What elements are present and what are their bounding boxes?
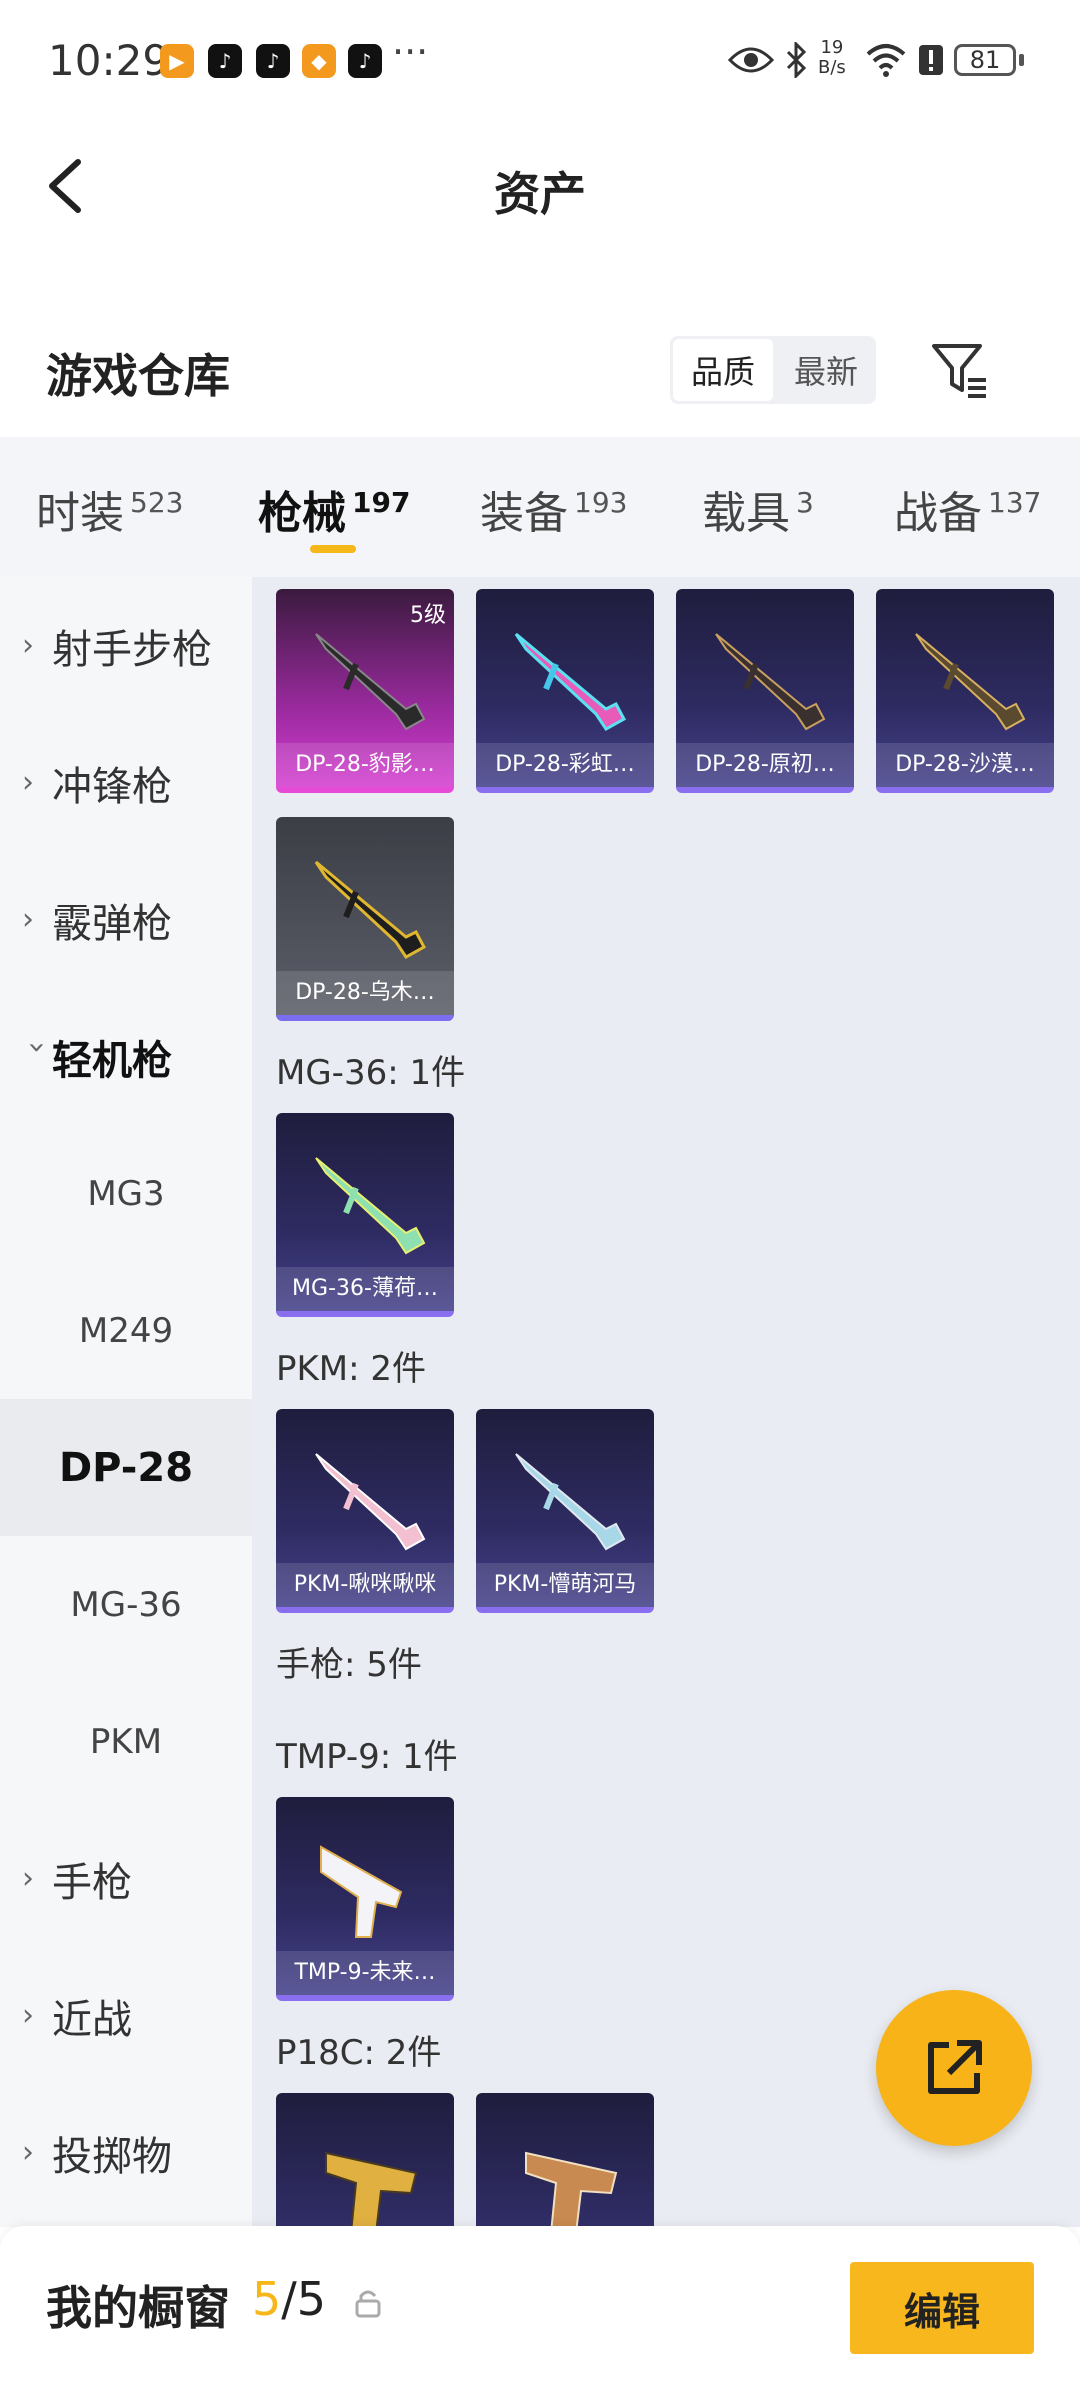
rifle-image bbox=[514, 632, 627, 731]
page-title: 资产 bbox=[494, 167, 586, 221]
showcase-counter: 5/5 bbox=[252, 2272, 327, 2326]
pistol-image bbox=[325, 2151, 418, 2227]
weapon-card[interactable]: PKM-懵萌河马 bbox=[476, 1409, 654, 1613]
sidebar-subitem-mg3[interactable]: MG3 bbox=[0, 1125, 252, 1262]
weapon-card[interactable]: DP-28-原初… bbox=[676, 589, 854, 793]
external-link-icon bbox=[928, 2040, 982, 2094]
weapon-card[interactable] bbox=[276, 2093, 454, 2227]
showcase-title: 我的橱窗 bbox=[46, 2281, 230, 2335]
sidebar-item-pistol[interactable]: › 手枪 bbox=[0, 1810, 252, 1947]
rifle-image bbox=[315, 1157, 426, 1255]
weapon-grid: 5级 DP-28-豹影… DP-28-彩虹… DP-28-原初… DP-28-沙… bbox=[252, 577, 1080, 2227]
tiktok-icon: ♪ bbox=[256, 44, 290, 78]
weapon-name: PKM-啾咪啾咪 bbox=[276, 1563, 454, 1607]
tiktok-icon: ♪ bbox=[348, 44, 382, 78]
weapon-card[interactable]: 5级 DP-28-豹影… bbox=[276, 589, 454, 793]
sidebar-subitem-m249[interactable]: M249 bbox=[0, 1262, 252, 1399]
sort-option-newest[interactable]: 最新 bbox=[776, 336, 876, 404]
tab-vehicles[interactable]: 载具 3 bbox=[702, 477, 814, 541]
tiktok-icon: ♪ bbox=[208, 44, 242, 78]
alert-icon bbox=[919, 45, 943, 75]
sidebar-item-lmg[interactable]: › 轻机枪 bbox=[0, 988, 252, 1125]
sidebar-item-shotgun[interactable]: › 霰弹枪 bbox=[0, 851, 252, 988]
chevron-right-icon: › bbox=[22, 2135, 34, 2170]
category-tabs: 时装 523 枪械 197 装备 193 载具 3 战备 137 bbox=[0, 437, 1080, 577]
battery-indicator: 81 bbox=[954, 44, 1016, 76]
battery-tip bbox=[1019, 54, 1024, 66]
weapon-card[interactable]: DP-28-乌木… bbox=[276, 817, 454, 1021]
pistol-image bbox=[525, 2151, 618, 2227]
wifi-icon bbox=[866, 44, 906, 77]
tab-supplies[interactable]: 战备 137 bbox=[894, 477, 1041, 541]
status-time: 10:29 bbox=[48, 36, 170, 85]
weapon-category-sidebar: › 射手步枪 › 冲锋枪 › 霰弹枪 › 轻机枪 MG3 M249 DP-28 MG-3… bbox=[0, 577, 252, 2227]
status-bar: 10:29 ▶ ♪ ♪ ◆ ♪ ··· 19 B/s 81 bbox=[0, 0, 1080, 120]
group-label-mg36: MG-36: 1件 bbox=[276, 1053, 466, 1093]
tab-fashion[interactable]: 时装 523 bbox=[36, 477, 183, 541]
game-app-icon: ◆ bbox=[302, 44, 336, 78]
lock-icon bbox=[355, 2290, 381, 2318]
group-label-tmp9: TMP-9: 1件 bbox=[276, 1737, 458, 1777]
weapon-card[interactable]: TMP-9-未来… bbox=[276, 1797, 454, 2001]
rifle-image bbox=[314, 860, 427, 959]
sidebar-item-marksman-rifle[interactable]: › 射手步枪 bbox=[0, 577, 252, 714]
rifle-image bbox=[515, 1453, 626, 1551]
weapon-name: DP-28-原初… bbox=[676, 743, 854, 787]
group-label-p18c: P18C: 2件 bbox=[276, 2033, 442, 2073]
weapon-card[interactable] bbox=[476, 2093, 654, 2227]
chevron-down-icon: › bbox=[19, 1041, 55, 1054]
chevron-right-icon: › bbox=[22, 1998, 34, 2033]
rifle-image bbox=[915, 633, 1026, 731]
rifle-image bbox=[715, 633, 826, 731]
sidebar-item-throwable[interactable]: › 投掷物 bbox=[0, 2084, 252, 2221]
group-label-pkm: PKM: 2件 bbox=[276, 1349, 427, 1389]
weapon-card[interactable]: PKM-啾咪啾咪 bbox=[276, 1409, 454, 1613]
chevron-right-icon: › bbox=[22, 1861, 34, 1896]
sidebar-item-melee[interactable]: › 近战 bbox=[0, 1947, 252, 2084]
weapon-card[interactable]: MG-36-薄荷… bbox=[276, 1113, 454, 1317]
smg-image bbox=[320, 1845, 403, 1938]
rifle-image bbox=[315, 1453, 426, 1551]
weapon-name: DP-28-豹影… bbox=[276, 743, 454, 787]
bluetooth-icon bbox=[786, 42, 807, 78]
weapon-card[interactable]: DP-28-沙漠… bbox=[876, 589, 1054, 793]
group-label-pistol: 手枪: 5件 bbox=[276, 1645, 422, 1685]
weapon-name: TMP-9-未来… bbox=[276, 1951, 454, 1995]
filter-button[interactable] bbox=[928, 338, 990, 400]
weapon-name: DP-28-彩虹… bbox=[476, 743, 654, 787]
weapon-name: PKM-懵萌河马 bbox=[476, 1563, 654, 1607]
tab-equipment[interactable]: 装备 193 bbox=[480, 477, 627, 541]
chevron-right-icon: › bbox=[22, 628, 34, 663]
sidebar-subitem-pkm[interactable]: PKM bbox=[0, 1673, 252, 1810]
video-app-icon: ▶ bbox=[160, 44, 194, 78]
tab-guns[interactable]: 枪械 197 bbox=[258, 477, 410, 541]
showcase-bar: 我的橱窗 5/5 编辑 bbox=[0, 2226, 1080, 2382]
chevron-right-icon: › bbox=[22, 765, 34, 800]
sidebar-item-smg[interactable]: › 冲锋枪 bbox=[0, 714, 252, 851]
weapon-name: DP-28-乌木… bbox=[276, 971, 454, 1015]
rifle-image bbox=[315, 633, 426, 731]
chevron-right-icon: › bbox=[22, 902, 34, 937]
active-tab-indicator bbox=[310, 545, 356, 553]
share-button[interactable] bbox=[876, 1990, 1032, 2146]
weapon-name: DP-28-沙漠… bbox=[876, 743, 1054, 787]
edit-button[interactable]: 编辑 bbox=[850, 2262, 1034, 2354]
sort-toggle: 品质 最新 bbox=[670, 336, 876, 404]
sidebar-subitem-dp28[interactable]: DP-28 bbox=[0, 1399, 252, 1536]
network-speed: 19 B/s bbox=[818, 37, 846, 78]
eye-icon bbox=[728, 47, 774, 73]
sidebar-subitem-mg36[interactable]: MG-36 bbox=[0, 1536, 252, 1673]
weapon-name: MG-36-薄荷… bbox=[276, 1267, 454, 1311]
weapon-card[interactable]: DP-28-彩虹… bbox=[476, 589, 654, 793]
sort-option-quality[interactable]: 品质 bbox=[673, 339, 773, 401]
more-notifications-icon: ··· bbox=[392, 30, 429, 74]
warehouse-title: 游戏仓库 bbox=[46, 349, 230, 403]
